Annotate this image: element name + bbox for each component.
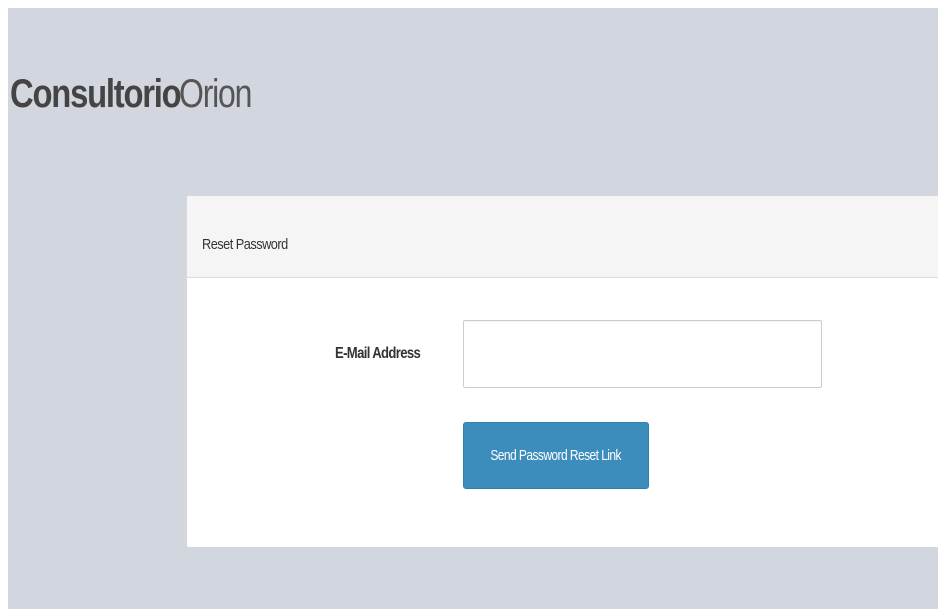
send-reset-link-label: Send Password Reset Link [490, 447, 622, 464]
login-page-background: ConsultorioOrion Reset Password E-Mail A… [8, 8, 938, 609]
reset-password-panel: Reset Password E-Mail Address Send Passw… [186, 195, 938, 548]
panel-title: Reset Password [202, 236, 288, 253]
app-logo[interactable]: ConsultorioOrion [10, 64, 269, 124]
logo-text-bold: Consultorio [10, 72, 182, 116]
send-reset-link-button[interactable]: Send Password Reset Link [463, 422, 649, 489]
panel-heading: Reset Password [187, 196, 938, 278]
logo-text-light: Orion [178, 72, 252, 116]
email-field[interactable] [463, 320, 822, 388]
email-label: E-Mail Address [335, 345, 421, 362]
